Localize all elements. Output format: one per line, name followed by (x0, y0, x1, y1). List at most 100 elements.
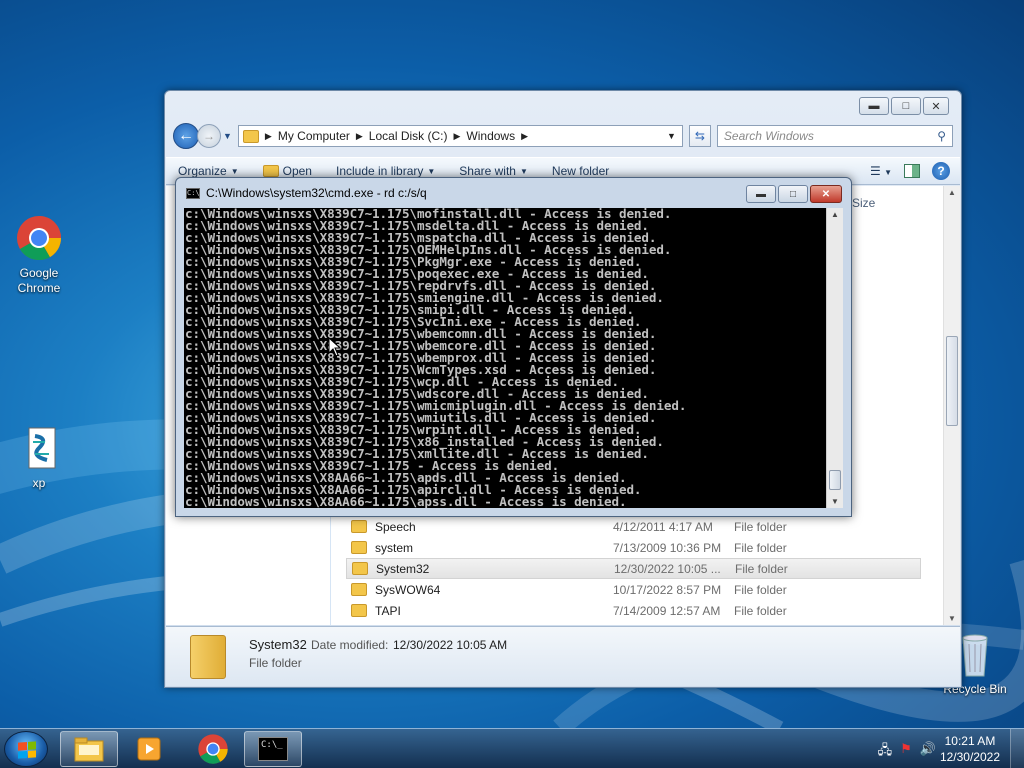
close-button[interactable]: ✕ (923, 97, 949, 115)
breadcrumb-my-computer[interactable]: My Computer (278, 129, 350, 143)
chevron-down-icon: ▼ (230, 166, 239, 176)
taskbar-media-player[interactable] (120, 731, 178, 767)
chevron-right-icon[interactable]: ▶ (521, 131, 528, 142)
volume-icon[interactable]: 🔊 (920, 741, 936, 763)
desktop-icon-label: Google (19, 266, 59, 280)
details-pane: System32 Date modified: 12/30/2022 10:05… (166, 626, 960, 686)
breadcrumb-windows[interactable]: Windows (466, 129, 515, 143)
clock[interactable]: 10:21 AM 12/30/2022 (940, 733, 1000, 765)
preview-pane-icon[interactable] (904, 164, 920, 178)
chevron-right-icon[interactable]: ▶ (453, 131, 460, 142)
cmd-title: C:\Windows\system32\cmd.exe - rd c:/s/q (206, 186, 427, 200)
new-folder-label: New folder (551, 164, 610, 178)
desktop-icon-chrome[interactable]: Google Chrome (4, 214, 74, 296)
chrome-icon (15, 214, 63, 262)
recent-pages-dropdown[interactable]: ▼ (223, 131, 232, 141)
cmd-window[interactable]: C:\ C:\Windows\system32\cmd.exe - rd c:/… (175, 177, 852, 517)
file-list-scrollbar[interactable]: ▲ ▼ (943, 186, 960, 625)
desktop-icon-xp[interactable]: xp (4, 424, 74, 491)
chrome-icon (198, 734, 228, 764)
help-icon[interactable]: ? (932, 162, 950, 180)
list-item[interactable]: TAPI 7/14/2009 12:57 AM File folder (346, 600, 921, 621)
share-label: Share with (459, 164, 516, 178)
scroll-thumb[interactable] (946, 336, 958, 426)
address-bar[interactable]: ▶ My Computer ▶ Local Disk (C:) ▶ Window… (237, 125, 683, 147)
close-button[interactable]: ✕ (810, 185, 842, 203)
address-dropdown[interactable]: ▼ (667, 131, 682, 141)
taskbar-cmd[interactable]: C:\_ (244, 731, 302, 767)
cmd-window-controls: ▬ □ ✕ (746, 185, 842, 203)
console-output[interactable]: c:\Windows\winsxs\X839C7~1.175\mofinstal… (184, 208, 826, 508)
folder-icon (351, 604, 367, 617)
file-list: Speech 4/12/2011 4:17 AM File folder sys… (346, 516, 921, 621)
column-header-size[interactable]: Size (852, 196, 875, 210)
refresh-button[interactable]: ⇆ (688, 125, 711, 147)
desktop-icon-label: xp (32, 476, 46, 490)
back-button[interactable]: ← (173, 123, 199, 149)
file-explorer-icon (74, 737, 104, 762)
file-type: File folder (734, 582, 787, 597)
file-date: 4/12/2011 4:17 AM (613, 519, 713, 534)
file-type: File folder (734, 540, 787, 555)
search-input[interactable]: Search Windows ⚲ (716, 125, 953, 147)
organize-button[interactable]: Organize ▼ (166, 164, 251, 178)
chevron-right-icon[interactable]: ▶ (265, 131, 272, 142)
details-type: File folder (249, 656, 302, 670)
cmd-title-bar: C:\ C:\Windows\system32\cmd.exe - rd c:/… (186, 186, 427, 200)
scroll-thumb[interactable] (829, 470, 841, 490)
explorer-window-controls: ▬ □ ✕ (859, 97, 949, 115)
file-name: TAPI (375, 603, 401, 618)
file-date: 10/17/2022 8:57 PM (613, 582, 722, 597)
scroll-down-arrow[interactable]: ▼ (827, 497, 843, 506)
folder-icon (351, 541, 367, 554)
file-name: Speech (375, 519, 416, 534)
file-type: File folder (734, 519, 787, 534)
minimize-button[interactable]: ▬ (746, 185, 776, 203)
maximize-button[interactable]: □ (778, 185, 808, 203)
scroll-down-arrow[interactable]: ▼ (944, 614, 960, 623)
include-in-library-button[interactable]: Include in library ▼ (324, 164, 447, 178)
share-with-button[interactable]: Share with ▼ (447, 164, 540, 178)
scroll-up-arrow[interactable]: ▲ (827, 210, 843, 219)
file-type: File folder (735, 561, 788, 576)
file-name: SysWOW64 (375, 582, 441, 597)
script-file-icon (15, 424, 63, 472)
open-button[interactable]: Open (251, 164, 324, 178)
details-date-value: 12/30/2022 10:05 AM (393, 638, 508, 652)
maximize-button[interactable]: □ (891, 97, 921, 115)
list-item[interactable]: Speech 4/12/2011 4:17 AM File folder (346, 516, 921, 537)
show-desktop-button[interactable] (1010, 729, 1024, 768)
file-date: 7/14/2009 12:57 AM (613, 603, 721, 618)
file-name: System32 (376, 561, 430, 576)
breadcrumb-local-disk[interactable]: Local Disk (C:) (369, 129, 448, 143)
scroll-up-arrow[interactable]: ▲ (944, 188, 960, 197)
chevron-right-icon[interactable]: ▶ (356, 131, 363, 142)
folder-open-icon (262, 165, 279, 177)
action-center-flag-icon[interactable]: ⚑ (900, 741, 912, 763)
list-item[interactable]: system 7/13/2009 10:36 PM File folder (346, 537, 921, 558)
list-item-selected[interactable]: System32 12/30/2022 10:05 ... File folde… (346, 558, 921, 579)
start-button[interactable] (4, 731, 48, 767)
new-folder-button[interactable]: New folder (540, 164, 621, 178)
taskbar: C:\_ 🖧 ⚑ 🔊 10:21 AM 12/30/2022 (0, 728, 1024, 768)
folder-icon (351, 583, 367, 596)
cmd-icon: C:\_ (258, 737, 288, 761)
file-name: system (375, 540, 414, 555)
organize-label: Organize (178, 164, 227, 178)
search-placeholder: Search Windows (723, 129, 814, 143)
minimize-button[interactable]: ▬ (859, 97, 889, 115)
clock-date: 12/30/2022 (939, 750, 1000, 764)
forward-button[interactable]: → (197, 124, 221, 148)
console-scrollbar[interactable]: ▲ ▼ (826, 208, 843, 508)
taskbar-explorer[interactable] (60, 731, 118, 767)
view-options-icon[interactable]: ☰ ▼ (870, 164, 892, 178)
details-date-label: Date modified: (311, 638, 389, 652)
network-icon[interactable]: 🖧 (878, 741, 893, 763)
chevron-down-icon: ▼ (427, 166, 436, 176)
console-line: c:\Windows\winsxs\X8AA66~1.175\apss.dll … (185, 494, 627, 508)
list-item[interactable]: SysWOW64 10/17/2022 8:57 PM File folder (346, 579, 921, 600)
mouse-cursor-icon (328, 337, 342, 357)
file-date: 12/30/2022 10:05 ... (614, 561, 721, 576)
taskbar-chrome[interactable] (184, 731, 242, 767)
file-date: 7/13/2009 10:36 PM (613, 540, 722, 555)
